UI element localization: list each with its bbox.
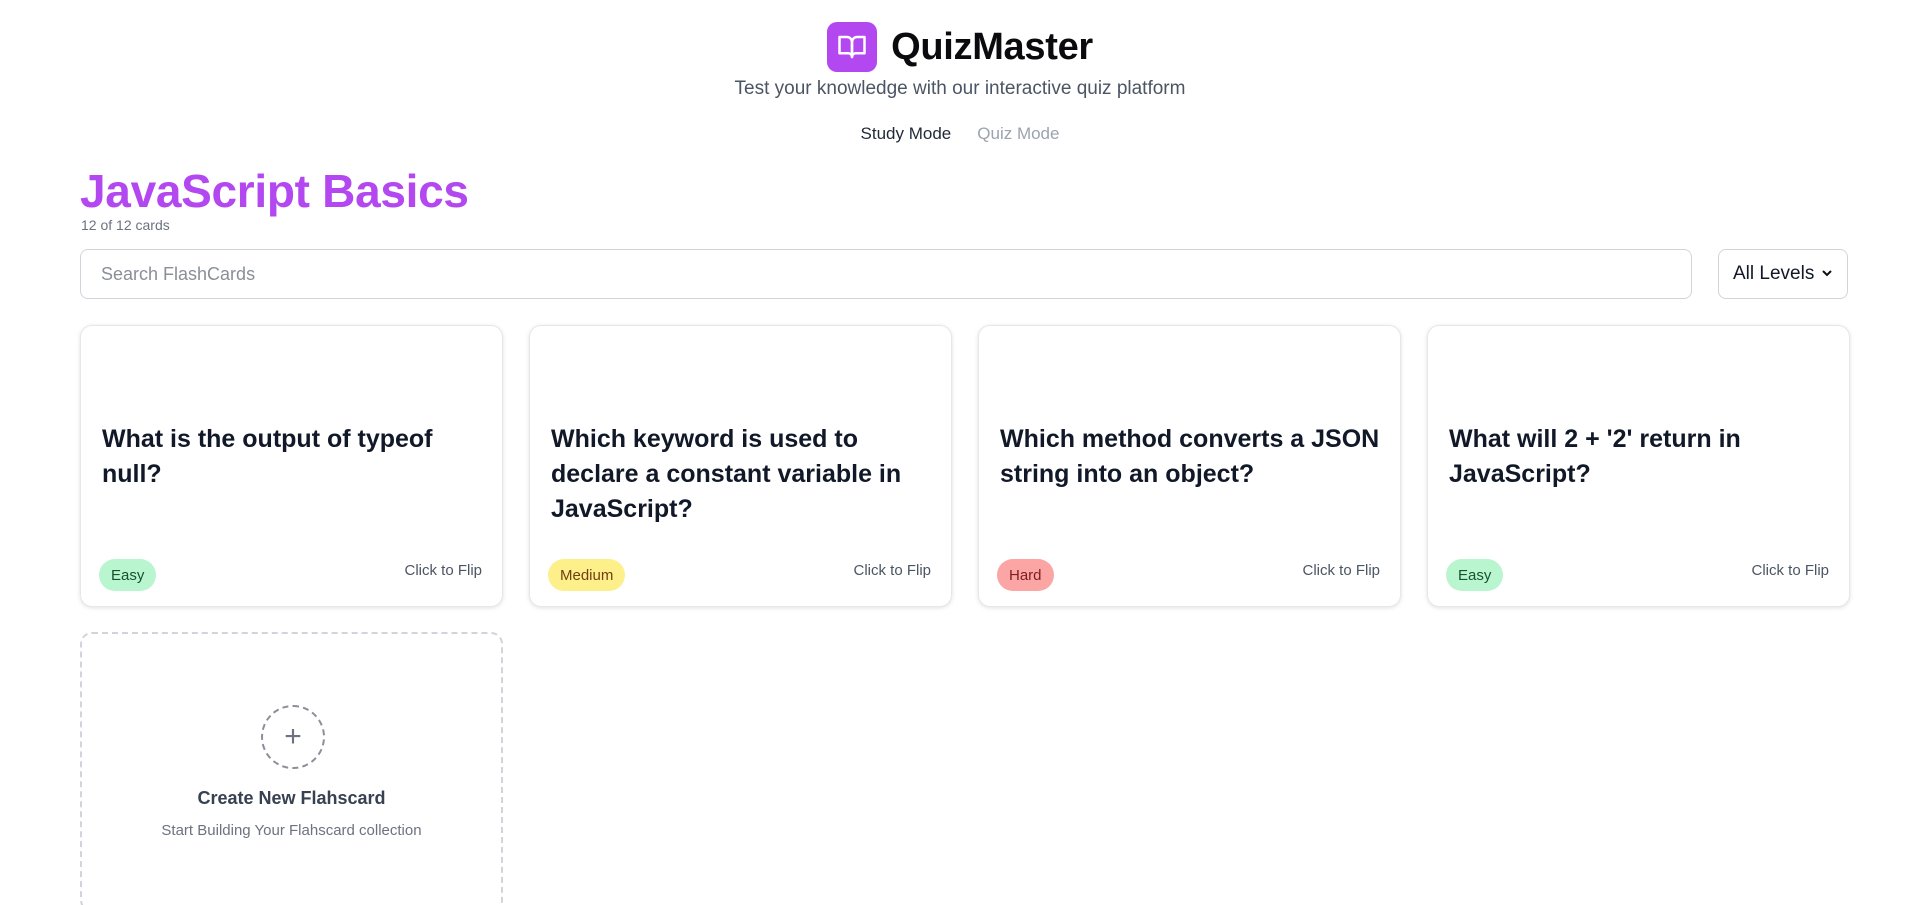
flip-hint: Click to Flip xyxy=(853,562,931,579)
create-flashcard-button[interactable]: + Create New Flahscard Start Building Yo… xyxy=(80,632,503,905)
flashcard[interactable]: What will 2 + '2' return in JavaScript? … xyxy=(1427,325,1850,607)
flashcard[interactable]: Which keyword is used to declare a const… xyxy=(529,325,952,607)
logo xyxy=(827,22,878,72)
level-filter-select[interactable]: All Levels xyxy=(1718,249,1848,299)
chevron-down-icon xyxy=(1821,267,1833,282)
deck-card-count: 12 of 12 cards xyxy=(81,217,170,233)
plus-icon: + xyxy=(261,705,325,769)
flashcard-question: Which method converts a JSON string into… xyxy=(1000,425,1380,488)
flashcard[interactable]: Which method converts a JSON string into… xyxy=(978,325,1401,607)
page: QuizMaster Test your knowledge with our … xyxy=(0,0,1920,905)
tab-quiz-mode[interactable]: Quiz Mode xyxy=(977,124,1059,144)
app-title: QuizMaster xyxy=(891,25,1093,68)
flip-hint: Click to Flip xyxy=(404,562,482,579)
flip-hint: Click to Flip xyxy=(1751,562,1829,579)
mode-tabs: Study Mode Quiz Mode xyxy=(0,124,1920,144)
create-flashcard-subtitle: Start Building Your Flahscard collection xyxy=(161,822,422,839)
open-book-icon xyxy=(838,35,866,59)
flashcard-question: What is the output of typeof null? xyxy=(102,425,433,488)
create-flashcard-title: Create New Flahscard xyxy=(197,788,386,808)
level-filter-value: All Levels xyxy=(1733,263,1815,284)
flashcard-question: Which keyword is used to declare a const… xyxy=(551,425,902,523)
flip-hint: Click to Flip xyxy=(1302,562,1380,579)
flashcard-question: What will 2 + '2' return in JavaScript? xyxy=(1449,425,1741,488)
flashcard[interactable]: What is the output of typeof null? Easy … xyxy=(80,325,503,607)
difficulty-badge: Easy xyxy=(1446,559,1504,591)
app-subtitle: Test your knowledge with our interactive… xyxy=(734,78,1186,99)
difficulty-badge: Hard xyxy=(997,559,1054,591)
search-input[interactable] xyxy=(80,249,1692,299)
brand-header: QuizMaster xyxy=(0,22,1920,72)
tab-study-mode[interactable]: Study Mode xyxy=(861,124,952,144)
deck-title: JavaScript Basics xyxy=(80,165,469,217)
difficulty-badge: Medium xyxy=(548,559,626,591)
difficulty-badge: Easy xyxy=(99,559,157,591)
